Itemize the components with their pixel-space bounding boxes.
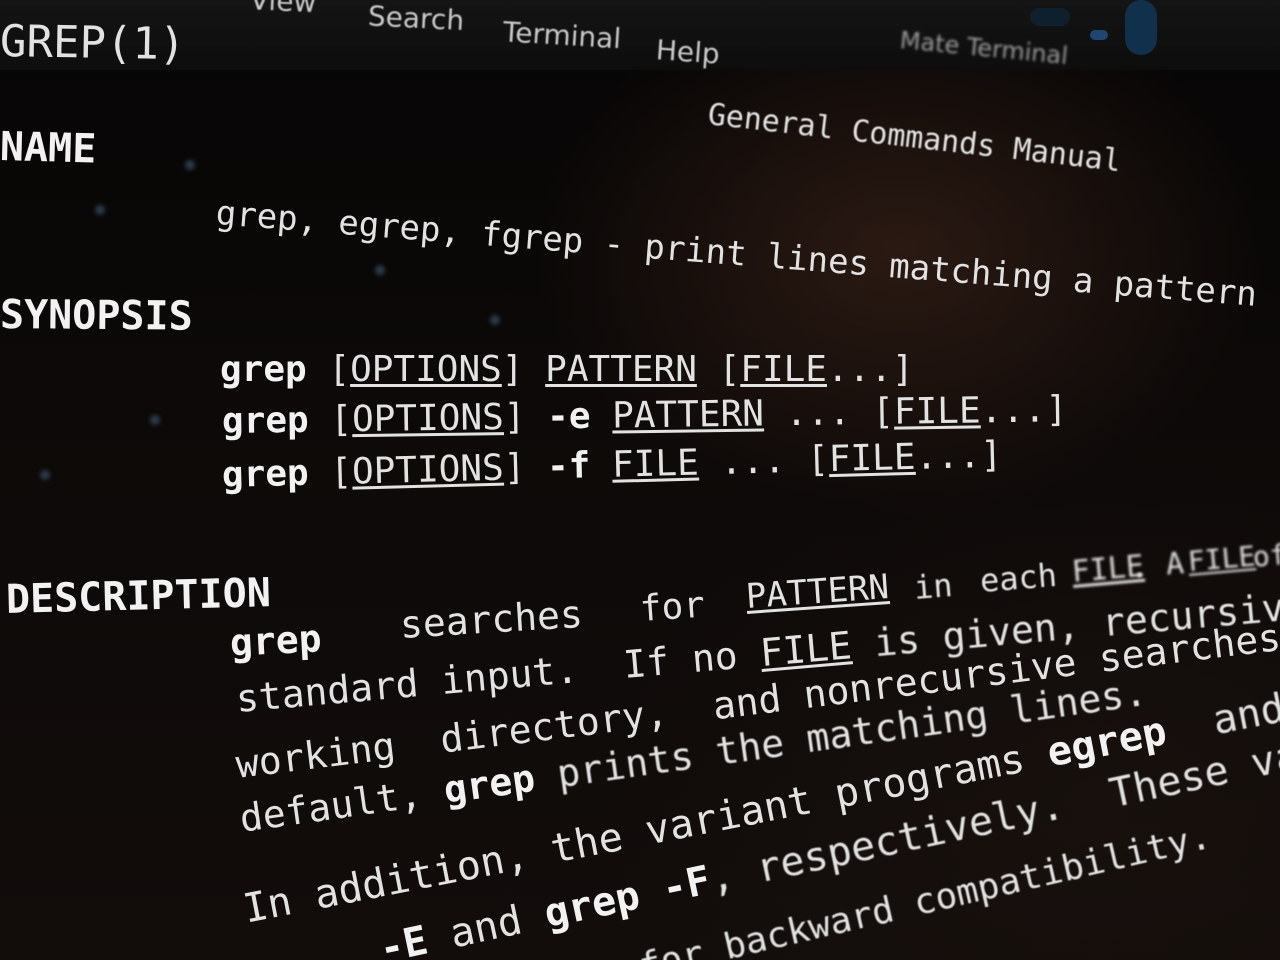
ellipsis: ... [698, 439, 808, 484]
options-arg: OPTIONS [350, 349, 502, 390]
terminal-screen: View Search Terminal Help Mate Terminal … [0, 0, 1280, 960]
panel-applet-icon [1090, 30, 1108, 40]
man-header-right: General Commands Manual [706, 97, 1123, 179]
panel-applet-icon [1125, 0, 1157, 55]
desc-text: and [1208, 685, 1280, 745]
bracket: ] [503, 396, 526, 439]
pattern-arg: PATTERN [611, 393, 765, 437]
screen-glare [150, 415, 160, 425]
bracket: [ [871, 391, 895, 433]
desc-text: and [422, 892, 550, 960]
desc-word: of [1251, 537, 1280, 574]
file-arg: FILE [740, 349, 827, 390]
command-name: grep [221, 399, 309, 442]
file-arg: FILE [893, 390, 981, 433]
menu-help[interactable]: Help [655, 33, 721, 70]
panel-applet-icon [1030, 8, 1070, 26]
name-description: grep, egrep, fgrep - print lines matchin… [214, 193, 1259, 315]
bracket: [ [329, 451, 353, 494]
screen-glare [185, 160, 195, 170]
screen-glare [490, 315, 500, 325]
options-arg: OPTIONS [351, 447, 505, 493]
desc-word: . A [1128, 546, 1186, 586]
ellipsis: ... [980, 389, 1046, 432]
section-heading-synopsis: SYNOPSIS [0, 292, 193, 340]
section-heading-description: DESCRIPTION [5, 570, 272, 623]
options-arg: OPTIONS [351, 397, 505, 441]
flag-f: -f [546, 445, 591, 488]
command-name: grep [220, 349, 307, 390]
desc-word: for [638, 584, 707, 630]
bracket: ] [503, 447, 526, 489]
file-ref: FILE [758, 623, 854, 676]
synopsis-line: grep [OPTIONS] PATTERN [FILE...] [220, 352, 914, 388]
bracket: [ [718, 349, 741, 390]
ellipsis: ... [826, 349, 892, 390]
file-arg: FILE [828, 436, 916, 481]
menu-terminal[interactable]: Terminal [502, 15, 622, 55]
file-arg: FILE [611, 442, 700, 486]
terminal-menubar [0, 0, 1280, 70]
desc-word: grep [228, 616, 323, 665]
ellipsis: ... [763, 391, 873, 435]
screen-glare [375, 265, 385, 275]
desc-word: PATTERN [744, 567, 891, 617]
flag-e: -e [546, 395, 591, 438]
menu-view[interactable]: View [249, 0, 317, 19]
bracket: [ [330, 399, 353, 441]
desc-word: searches [398, 591, 585, 647]
command-name: grep [221, 452, 310, 496]
screen-glare [40, 470, 50, 480]
bracket: ] [1045, 389, 1068, 431]
desc-word: each [978, 556, 1059, 600]
bracket: [ [328, 349, 351, 390]
man-header-left: GREP(1) [0, 16, 186, 71]
section-heading-name: NAME [0, 124, 97, 173]
bracket: [ [806, 439, 830, 481]
desc-word: in [912, 566, 954, 607]
screen-glare [95, 205, 105, 215]
menu-search[interactable]: Search [367, 0, 465, 37]
ellipsis: ... [914, 435, 981, 478]
command-name: grep [440, 755, 538, 813]
synopsis-line: grep [OPTIONS] -f FILE ... [FILE...] [221, 434, 1003, 496]
bracket: ] [501, 349, 524, 390]
bracket: ] [892, 349, 914, 390]
bracket: ] [979, 434, 1003, 477]
synopsis-line: grep [OPTIONS] -e PATTERN ... [FILE...] [221, 389, 1068, 442]
pattern-arg: PATTERN [545, 349, 697, 390]
